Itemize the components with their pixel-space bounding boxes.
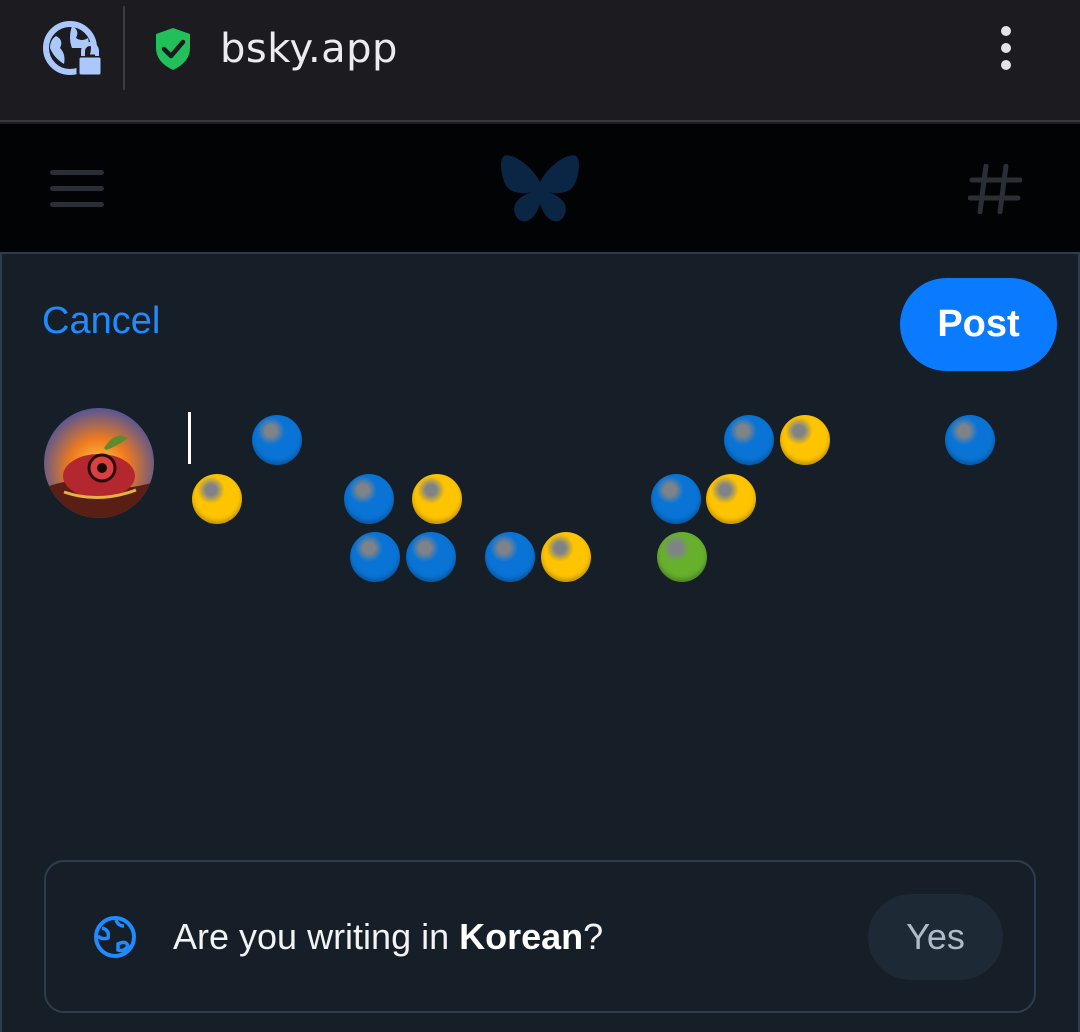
hash-icon[interactable] bbox=[968, 164, 1022, 214]
kebab-menu-icon[interactable] bbox=[994, 24, 1018, 72]
globe-lock-icon[interactable] bbox=[42, 18, 106, 82]
detected-language: Korean bbox=[459, 916, 584, 957]
shield-check-icon[interactable] bbox=[152, 26, 194, 72]
confirm-language-button[interactable]: Yes bbox=[868, 894, 1003, 980]
hamburger-icon[interactable] bbox=[50, 168, 104, 208]
address-bar-url[interactable]: bsky.app bbox=[220, 26, 398, 72]
post-button[interactable]: Post bbox=[900, 278, 1057, 371]
bluesky-butterfly-icon[interactable] bbox=[498, 152, 582, 226]
language-prompt-text: Are you writing in Korean? bbox=[173, 916, 603, 958]
cancel-button[interactable]: Cancel bbox=[42, 300, 160, 343]
language-prompt-prefix: Are you writing in bbox=[173, 916, 460, 957]
language-prompt-suffix: ? bbox=[583, 916, 604, 957]
globe-icon bbox=[94, 916, 136, 958]
user-avatar[interactable] bbox=[44, 408, 154, 518]
toolbar-divider bbox=[123, 6, 125, 90]
text-cursor bbox=[188, 412, 191, 464]
